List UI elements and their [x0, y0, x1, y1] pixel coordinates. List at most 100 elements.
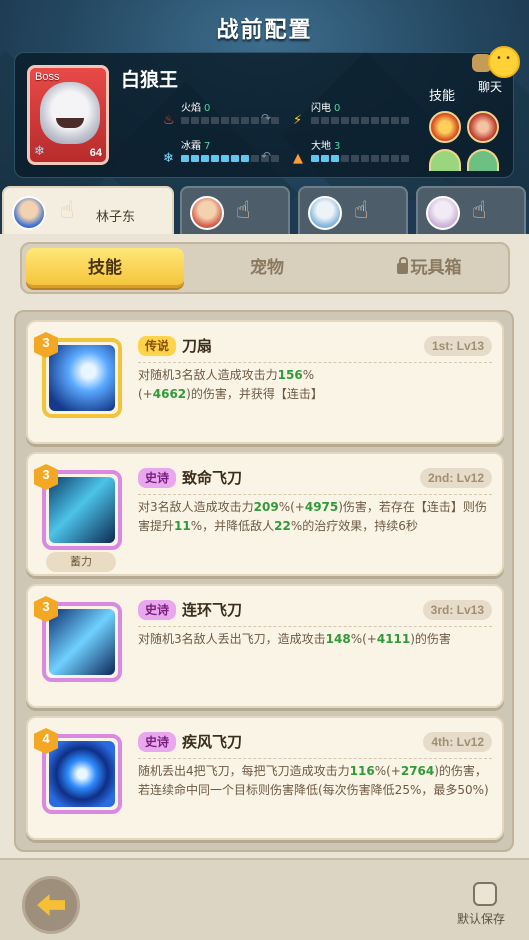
hero-tab-3[interactable]: ☝ [298, 186, 408, 236]
skill-slot: 2nd: Lv12 [419, 468, 492, 488]
boss-skill-icon[interactable] [429, 111, 461, 143]
stat-segment [381, 117, 389, 124]
hero-tab-4[interactable]: ☝ [416, 186, 526, 236]
hero-tab-1[interactable]: ☝ 林子东 [2, 186, 174, 236]
boss-skill-icon[interactable] [429, 149, 461, 171]
skill-description: 对随机3名敌人造成攻击力156%(+4662)的伤害，并获得【连击】 [138, 368, 323, 401]
skill-name: 疾风飞刀 [182, 733, 243, 751]
divider [138, 494, 492, 495]
stat-segment [271, 117, 279, 124]
stat-bar [311, 117, 409, 124]
default-save-checkbox[interactable] [473, 882, 497, 906]
stat-segment [341, 155, 349, 162]
stat-segment [351, 155, 359, 162]
back-button[interactable] [22, 876, 80, 934]
lightning-icon: ⚡ [293, 113, 303, 128]
stat-lightning: ⚡ 闪电 0 [293, 99, 433, 133]
boss-skill-icon[interactable] [467, 111, 499, 143]
boss-name: 白狼王 [121, 69, 179, 91]
skill-description: 对随机3名敌人丢出飞刀，造成攻击148%(+4111)的伤害 [138, 632, 451, 646]
hero-tab-2[interactable]: ☝ [180, 186, 290, 236]
stat-segment [361, 117, 369, 124]
boss-portrait[interactable]: Boss ❄ 64 [27, 65, 109, 165]
stat-segment [331, 117, 339, 124]
hand-pointer-icon: ☝ [354, 196, 369, 224]
cycle-arrow-icon: ↶ [261, 149, 272, 163]
stat-segment [211, 117, 219, 124]
stat-segment [201, 155, 209, 162]
cycle-arrow-icon: ↷ [261, 111, 272, 125]
stat-segment [181, 117, 189, 124]
stat-segment [191, 117, 199, 124]
stat-segment [381, 155, 389, 162]
stat-segment [241, 155, 249, 162]
rarity-badge: 史诗 [138, 600, 177, 620]
back-arrow-icon [37, 894, 65, 916]
stat-segment [241, 117, 249, 124]
stat-segment [371, 155, 379, 162]
stat-segment [351, 117, 359, 124]
skill-slot: 1st: Lv13 [423, 336, 492, 356]
stat-segment [371, 117, 379, 124]
chat-button[interactable]: 聊天 [472, 46, 526, 96]
stat-bar [311, 155, 409, 162]
divider [138, 758, 492, 759]
divider [138, 362, 492, 363]
skill-description: 对3名敌人造成攻击力209%(+4975)伤害，若存在【连击】则伤害提升11%，… [138, 500, 487, 533]
page-title: 战前配置 [216, 18, 313, 43]
skill-card[interactable]: 3 传说 刀扇 1st: Lv13 对随机3名敌人造成攻击力156%(+4662… [26, 320, 504, 444]
skill-name: 连环飞刀 [182, 601, 243, 619]
frost-icon: ❄ [163, 151, 174, 166]
stat-segment [361, 155, 369, 162]
boss-skill-icon[interactable] [467, 149, 499, 171]
boss-level: 64 [89, 147, 102, 159]
boss-panel: Boss ❄ 64 白狼王 ♨ 火焰 0 ↷ ⚡ 闪电 0 ❄ 冰霜 7 ↶ ▲ 大地… [14, 52, 514, 178]
hand-pointer-icon: ☝ [60, 196, 75, 224]
stat-segment [321, 155, 329, 162]
lock-icon [396, 257, 408, 274]
skill-name: 致命飞刀 [182, 469, 243, 487]
boss-tag: Boss [35, 71, 60, 83]
hero-avatar [426, 196, 460, 230]
skill-card[interactable]: 4 史诗 疾风飞刀 4th: Lv12 随机丢出4把飞刀，每把飞刀造成攻击力11… [26, 716, 504, 840]
skill-slot: 3rd: Lv13 [422, 600, 492, 620]
skill-list: 3 传说 刀扇 1st: Lv13 对随机3名敌人造成攻击力156%(+4662… [14, 310, 514, 852]
stat-segment [401, 117, 409, 124]
chat-label: 聊天 [478, 80, 503, 94]
charge-tag: 蓄力 [46, 552, 116, 572]
divider [138, 626, 492, 627]
frost-element-icon: ❄ [34, 144, 45, 159]
stat-segment [401, 155, 409, 162]
skill-description: 随机丢出4把飞刀，每把飞刀造成攻击力116%(+2764)的伤害，若连续命中同一… [138, 764, 489, 797]
stat-segment [211, 155, 219, 162]
hero-tabs: ☝ 林子东 ☝ ☝ ☝ [0, 186, 529, 236]
stat-segment [201, 117, 209, 124]
hand-pointer-icon: ☝ [472, 196, 487, 224]
default-save-label: 默认保存 [457, 912, 506, 926]
footer: 默认保存 [0, 858, 529, 940]
skill-name: 刀扇 [182, 337, 213, 355]
skill-card[interactable]: 3 蓄力 史诗 致命飞刀 2nd: Lv12 对3名敌人造成攻击力209%(+4… [26, 452, 504, 576]
stat-frost: ❄ 冰霜 7 [163, 137, 303, 171]
hand-pointer-icon: ☝ [236, 196, 251, 224]
mode-tabs: 技能 宠物 玩具箱 [20, 242, 510, 294]
stat-segment [181, 155, 189, 162]
rarity-badge: 史诗 [138, 732, 177, 752]
white-wolf-icon [40, 82, 100, 144]
tab-toybox[interactable]: 玩具箱 [350, 248, 508, 288]
rarity-badge: 史诗 [138, 468, 177, 488]
tab-pets[interactable]: 宠物 [188, 248, 346, 288]
tab-skills[interactable]: 技能 [26, 248, 184, 288]
stat-segment [221, 155, 229, 162]
stat-fire: ♨ 火焰 0 [163, 99, 303, 133]
stat-segment [271, 155, 279, 162]
smiley-icon [488, 46, 520, 78]
skill-card[interactable]: 3 史诗 连环飞刀 3rd: Lv13 对随机3名敌人丢出飞刀，造成攻击148%… [26, 584, 504, 708]
stat-segment [391, 155, 399, 162]
skill-slot: 4th: Lv12 [423, 732, 492, 752]
hero-avatar [308, 196, 342, 230]
stat-segment [341, 117, 349, 124]
hero-avatar [12, 196, 46, 230]
fire-icon: ♨ [163, 113, 175, 128]
hero-avatar [190, 196, 224, 230]
